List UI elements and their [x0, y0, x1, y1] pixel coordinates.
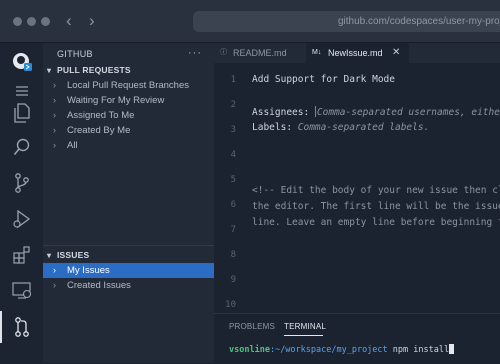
tab-label: README.md	[233, 48, 287, 58]
zoom-window-dot[interactable]	[41, 17, 50, 26]
prompt-user: vsonline	[229, 345, 270, 355]
chevron-right-icon: ›	[53, 280, 56, 290]
text-cursor	[314, 106, 316, 117]
line-number: 1	[230, 75, 236, 85]
assignees-key: Assignees:	[252, 107, 315, 118]
section-divider	[43, 245, 214, 246]
more-actions-icon[interactable]: ···	[188, 43, 202, 63]
assignees-line: Assignees: Comma-separated usernames, ei…	[252, 106, 500, 118]
labels-key: Labels:	[252, 122, 298, 133]
chevron-right-icon: ›	[53, 125, 56, 135]
line-number: 4	[230, 150, 236, 160]
line-number: 7	[230, 225, 236, 235]
comment-line: line. Leave an empty line before beginni…	[252, 217, 500, 228]
line-number: 2	[230, 100, 236, 110]
line-number: 9	[230, 275, 236, 285]
markdown-icon: M↓	[312, 49, 322, 56]
comment-line: the editor. The first line will be the i…	[252, 201, 500, 212]
tree-item-label: Assigned To Me	[67, 110, 135, 121]
chevron-right-icon: ›	[53, 110, 56, 120]
tab-label: NewIssue.md	[328, 48, 383, 58]
chevron-right-icon: ›	[53, 265, 56, 275]
title-bar: ‹ › github.com/codespaces/user-my-projec…	[0, 0, 500, 43]
line-number: 3	[230, 125, 236, 135]
back-icon[interactable]: ‹	[66, 11, 72, 31]
tab-terminal[interactable]: TERMINAL	[284, 322, 326, 331]
tree-item-label: Waiting For My Review	[67, 95, 165, 106]
active-tab-underline	[284, 335, 323, 336]
extensions-icon[interactable]	[0, 239, 43, 271]
chevron-down-icon: ▾	[47, 251, 52, 260]
issue-title-line: Add Support for Dark Mode	[252, 74, 395, 85]
tab-newissue[interactable]: M↓ NewIssue.md ✕	[306, 43, 409, 63]
run-debug-icon[interactable]	[0, 203, 43, 235]
tree-item-waiting-for-my-review[interactable]: › Waiting For My Review	[43, 93, 214, 108]
line-number: 5	[230, 175, 236, 185]
tree-item-my-issues[interactable]: › My Issues	[43, 263, 214, 278]
line-number: 10	[225, 300, 236, 310]
info-icon: ⓘ	[220, 49, 227, 56]
remote-explorer-icon[interactable]	[0, 275, 43, 307]
bottom-panel: PROBLEMS TERMINAL vsonline:~/workspace/m…	[214, 313, 500, 364]
chevron-right-icon: ›	[53, 140, 56, 150]
explorer-icon[interactable]	[0, 97, 43, 129]
chevron-down-icon: ▾	[47, 66, 52, 75]
github-codespaces-icon[interactable]	[0, 46, 43, 78]
tab-problems[interactable]: PROBLEMS	[229, 322, 275, 331]
github-sidebar: GITHUB ··· ▾ PULL REQUESTS › Local Pull …	[43, 43, 214, 363]
source-control-icon[interactable]	[0, 167, 43, 199]
editor-tabs: ⓘ README.md M↓ NewIssue.md ✕	[214, 43, 500, 63]
tree-item-label: All	[67, 140, 78, 151]
close-tab-icon[interactable]: ✕	[392, 43, 400, 63]
line-number: 6	[230, 200, 236, 210]
tab-readme[interactable]: ⓘ README.md	[214, 43, 305, 63]
editor[interactable]: 1 2 3 4 5 6 7 8 9 10 11 Add Support for …	[214, 63, 500, 313]
tree-item-label: Created Issues	[67, 280, 131, 291]
tree-item-created-issues[interactable]: › Created Issues	[43, 278, 214, 293]
comment-line: <!-- Edit the body of your new issue the…	[252, 185, 500, 196]
section-label: PULL REQUESTS	[57, 65, 131, 75]
terminal-command: npm install	[387, 345, 450, 355]
labels-line: Labels: Comma-separated labels.	[252, 122, 429, 133]
tree-item-label: My Issues	[67, 265, 110, 276]
chevron-right-icon: ›	[53, 80, 56, 90]
terminal-cursor	[449, 344, 455, 354]
tree-item-created-by-me[interactable]: › Created By Me	[43, 123, 214, 138]
prompt-path: :~/workspace/my_project	[269, 345, 388, 355]
tree-item-all[interactable]: › All	[43, 138, 214, 153]
address-bar[interactable]: github.com/codespaces/user-my-project	[193, 11, 500, 32]
close-window-dot[interactable]	[13, 17, 22, 26]
activity-bar	[0, 43, 43, 363]
tree-item-local-pull-request-branches[interactable]: › Local Pull Request Branches	[43, 78, 214, 93]
pull-request-icon[interactable]	[0, 311, 43, 343]
forward-icon[interactable]: ›	[89, 11, 95, 31]
labels-placeholder: Comma-separated labels.	[297, 122, 430, 133]
section-label: ISSUES	[57, 250, 90, 260]
tree-item-label: Local Pull Request Branches	[67, 80, 189, 91]
line-number: 8	[230, 250, 236, 260]
tree-item-label: Created By Me	[67, 125, 131, 136]
terminal-line[interactable]: vsonline:~/workspace/my_project npm inst…	[229, 344, 455, 355]
minimize-window-dot[interactable]	[27, 17, 36, 26]
issues-section-header[interactable]: ▾ ISSUES	[43, 247, 214, 264]
chevron-right-icon: ›	[53, 95, 56, 105]
assignees-placeholder: Comma-separated usernames, either	[316, 107, 500, 118]
tree-item-assigned-to-me[interactable]: › Assigned To Me	[43, 108, 214, 123]
pull-requests-section-header[interactable]: ▾ PULL REQUESTS	[43, 62, 214, 79]
search-icon[interactable]	[0, 131, 43, 163]
